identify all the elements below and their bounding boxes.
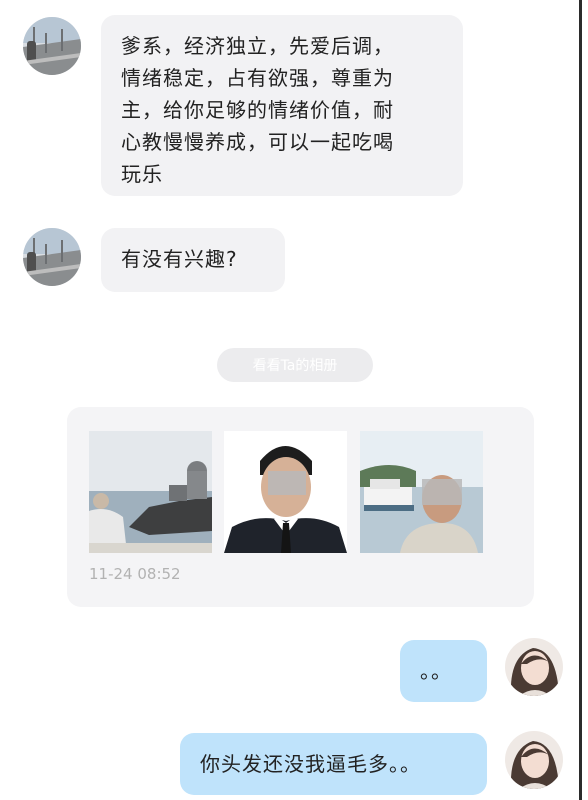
message-text: 爹系，经济独立，先爱后调， 情绪稳定，占有欲强，尊重为 主，给你足够的情绪价值，… xyxy=(121,34,394,186)
message-text: 你头发还没我逼毛多。。 xyxy=(200,752,421,776)
album-timestamp: 11-24 08:52 xyxy=(89,565,181,583)
seaside-road-avatar-icon xyxy=(23,17,81,75)
man-at-seaside-photo-icon xyxy=(89,431,212,553)
my-avatar[interactable] xyxy=(505,638,563,696)
album-photo[interactable] xyxy=(224,431,347,553)
girl-portrait-avatar-icon xyxy=(505,731,563,789)
album-card[interactable]: 11-24 08:52 xyxy=(67,407,534,607)
incoming-message-bubble[interactable]: 有没有兴趣? xyxy=(101,228,285,292)
seaside-road-avatar-icon xyxy=(23,228,81,286)
my-avatar[interactable] xyxy=(505,731,563,789)
incoming-message-bubble[interactable]: 爹系，经济独立，先爱后调， 情绪稳定，占有欲强，尊重为 主，给你足够的情绪价值，… xyxy=(101,15,463,196)
sender-avatar[interactable] xyxy=(23,228,81,286)
screen-edge-divider xyxy=(579,0,582,800)
outgoing-message-bubble[interactable]: 你头发还没我逼毛多。。 xyxy=(180,733,487,795)
view-album-button[interactable]: 看看Ta的相册 xyxy=(217,348,373,382)
man-by-boat-photo-icon xyxy=(360,431,483,553)
sender-avatar[interactable] xyxy=(23,17,81,75)
message-text: 有没有兴趣? xyxy=(121,247,238,271)
album-photo[interactable] xyxy=(360,431,483,553)
album-photo[interactable] xyxy=(89,431,212,553)
girl-portrait-avatar-icon xyxy=(505,638,563,696)
message-text: 。。 xyxy=(420,659,452,683)
outgoing-message-bubble[interactable]: 。。 xyxy=(400,640,487,702)
man-in-suit-portrait-photo-icon xyxy=(224,431,347,553)
